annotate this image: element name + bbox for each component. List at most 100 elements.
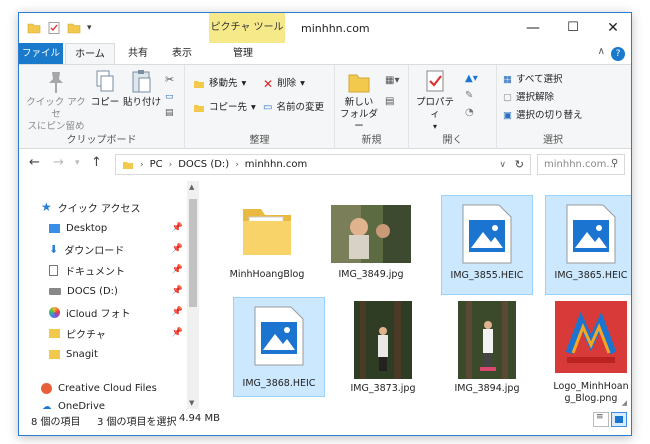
delete-button[interactable]: ✕ 削除 ▾ bbox=[263, 75, 305, 93]
pin-icon bbox=[49, 72, 63, 93]
properties-icon bbox=[426, 70, 444, 92]
nav-creative-cloud[interactable]: Creative Cloud Files bbox=[19, 378, 187, 398]
breadcrumb-separator-icon: › bbox=[168, 159, 173, 170]
nav-item-icloud-photos[interactable]: iCloud フォト 📌 bbox=[19, 302, 187, 322]
properties-button[interactable]: プロパティ ▾ bbox=[413, 69, 457, 133]
tab-manage[interactable]: 管理 bbox=[219, 43, 267, 64]
tab-home[interactable]: ホーム bbox=[65, 43, 115, 65]
nav-item-pictures[interactable]: ピクチャ 📌 bbox=[19, 323, 187, 343]
creative-cloud-icon bbox=[41, 382, 52, 394]
refresh-icon[interactable]: ↻ bbox=[515, 158, 524, 171]
history-icon[interactable]: ◔ bbox=[465, 107, 478, 118]
nav-creative-cloud-label: Creative Cloud Files bbox=[58, 382, 157, 394]
minimize-button[interactable]: — bbox=[513, 13, 553, 43]
photo-thumbnail bbox=[354, 301, 412, 379]
search-icon[interactable]: ⚲ bbox=[611, 158, 618, 169]
pin-label: クイック アクセ スにピン留め bbox=[26, 97, 86, 132]
copy-button[interactable]: コピー bbox=[89, 69, 121, 109]
paste-button[interactable]: 貼り付け bbox=[123, 69, 161, 109]
select-none-icon: ▢ bbox=[503, 92, 512, 103]
copy-label: コピー bbox=[90, 97, 120, 108]
nav-item-documents[interactable]: ドキュメント 📌 bbox=[19, 260, 187, 280]
open-image-icon[interactable]: ▲▾ bbox=[465, 73, 478, 84]
pin-quick-access-button[interactable]: クイック アクセ スにピン留め bbox=[25, 69, 87, 133]
selection-size: 4.94 MB bbox=[179, 413, 220, 424]
nav-quick-access[interactable]: ★ クイック アクセス bbox=[19, 197, 187, 217]
scroll-down-icon[interactable]: ▼ bbox=[189, 399, 194, 407]
nav-item-snagit[interactable]: Snagit bbox=[19, 344, 187, 364]
folder-icon[interactable] bbox=[27, 21, 41, 35]
icloud-photos-icon bbox=[49, 306, 60, 318]
address-dropdown-icon[interactable]: ∨ bbox=[499, 160, 506, 170]
details-view-button[interactable]: ≡ bbox=[593, 412, 609, 427]
new-item-icon[interactable]: ▦▾ bbox=[385, 75, 399, 86]
paste-icon bbox=[132, 70, 151, 93]
item-count: 8 個の項目 bbox=[31, 417, 81, 428]
file-item[interactable]: IMG_3873.jpg bbox=[337, 297, 429, 397]
scrollbar-thumb[interactable] bbox=[189, 199, 197, 307]
file-item[interactable]: IMG_3865.HEIC bbox=[545, 195, 631, 295]
nav-item-desktop[interactable]: Desktop 📌 bbox=[19, 218, 187, 238]
cut-icon[interactable]: ✂ bbox=[165, 73, 174, 86]
tab-view[interactable]: 表示 bbox=[161, 43, 203, 64]
large-icons-view-button[interactable] bbox=[611, 412, 627, 427]
rename-button[interactable]: ▭ 名前の変更 bbox=[263, 99, 324, 117]
copy-to-dropdown-icon: ▾ bbox=[251, 102, 256, 113]
scroll-up-icon[interactable]: ▲ bbox=[189, 183, 194, 191]
select-none-button[interactable]: ▢ 選択解除 bbox=[503, 89, 554, 107]
photo-thumbnail bbox=[458, 301, 516, 379]
select-all-icon: ▦ bbox=[503, 74, 512, 85]
pin-icon: 📌 bbox=[171, 286, 183, 296]
chevron-up-icon[interactable]: ∧ bbox=[598, 46, 605, 57]
pin-icon: 📌 bbox=[171, 307, 183, 317]
new-folder-button[interactable]: 新しい フォルダー bbox=[339, 69, 379, 133]
breadcrumb-drive[interactable]: DOCS (D:) bbox=[178, 159, 229, 170]
nav-item-label: iCloud フォト bbox=[66, 308, 131, 320]
explorer-window: ▾ ピクチャ ツール minhhn.com — ☐ ✕ ファイル ホーム 共有 … bbox=[18, 12, 632, 436]
select-group: ▦ すべて選択 ▢ 選択解除 ▣ 選択の切り替え 選択 bbox=[497, 65, 609, 149]
delete-label: 削除 bbox=[277, 78, 297, 89]
close-button[interactable]: ✕ bbox=[593, 13, 631, 43]
address-bar[interactable]: › PC › DOCS (D:) › minhhn.com ∨ ↻ bbox=[115, 154, 531, 175]
breadcrumb-folder[interactable]: minhhn.com bbox=[245, 159, 307, 170]
open-small-buttons: ▲▾ ✎ ◔ bbox=[465, 73, 478, 118]
file-item[interactable]: IMG_3894.jpg bbox=[441, 297, 533, 397]
back-arrow-icon[interactable]: ← bbox=[29, 155, 40, 170]
forward-arrow-icon[interactable]: → bbox=[53, 155, 64, 170]
drive-icon bbox=[49, 287, 61, 295]
file-item[interactable]: Logo_MinhHoan g_Blog.png bbox=[545, 297, 631, 404]
tab-share[interactable]: 共有 bbox=[117, 43, 159, 64]
maximize-button[interactable]: ☐ bbox=[553, 13, 593, 43]
properties-check-icon[interactable] bbox=[47, 21, 61, 35]
nav-item-downloads[interactable]: ⬇ ダウンロード 📌 bbox=[19, 239, 187, 259]
recent-dropdown-icon[interactable]: ▾ bbox=[75, 158, 80, 168]
pin-icon: 📌 bbox=[171, 265, 183, 275]
select-all-button[interactable]: ▦ すべて選択 bbox=[503, 71, 562, 89]
copy-to-button[interactable]: コピー先 ▾ bbox=[193, 99, 256, 117]
nav-item-label: ドキュメント bbox=[65, 266, 125, 278]
move-to-button[interactable]: 移動先 ▾ bbox=[193, 75, 246, 93]
file-item[interactable]: MinhHoangBlog bbox=[221, 193, 313, 293]
copy-to-label: コピー先 bbox=[209, 102, 248, 113]
copy-path-icon[interactable]: ▭ bbox=[165, 92, 174, 102]
breadcrumb-pc[interactable]: PC bbox=[150, 159, 163, 170]
ribbon: クイック アクセ スにピン留め コピー 貼り付け ✂ ▭ ▤ クリップボード 移… bbox=[19, 64, 631, 149]
copy-icon bbox=[96, 70, 114, 92]
help-icon[interactable]: ? bbox=[611, 47, 625, 61]
easy-access-icon[interactable]: ▤ bbox=[385, 96, 399, 107]
nav-scrollbar[interactable]: ▲ ▼ bbox=[187, 181, 199, 409]
file-item[interactable]: IMG_3849.jpg bbox=[325, 193, 417, 293]
up-arrow-icon[interactable]: ↑ bbox=[91, 155, 102, 170]
file-item[interactable]: IMG_3868.HEIC bbox=[233, 297, 325, 397]
clipboard-group-label: クリップボード bbox=[66, 135, 137, 146]
qat-dropdown-icon[interactable]: ▾ bbox=[87, 23, 92, 33]
invert-selection-button[interactable]: ▣ 選択の切り替え bbox=[503, 107, 583, 125]
file-item[interactable]: IMG_3855.HEIC bbox=[441, 195, 533, 295]
new-folder-icon[interactable] bbox=[67, 21, 81, 35]
pictures-icon bbox=[49, 328, 60, 338]
nav-item-drive[interactable]: DOCS (D:) 📌 bbox=[19, 281, 187, 301]
move-to-label: 移動先 bbox=[209, 78, 238, 89]
open-group-label: 開く bbox=[442, 135, 463, 146]
edit-icon[interactable]: ✎ bbox=[465, 90, 478, 101]
paste-shortcut-icon[interactable]: ▤ bbox=[165, 108, 174, 118]
